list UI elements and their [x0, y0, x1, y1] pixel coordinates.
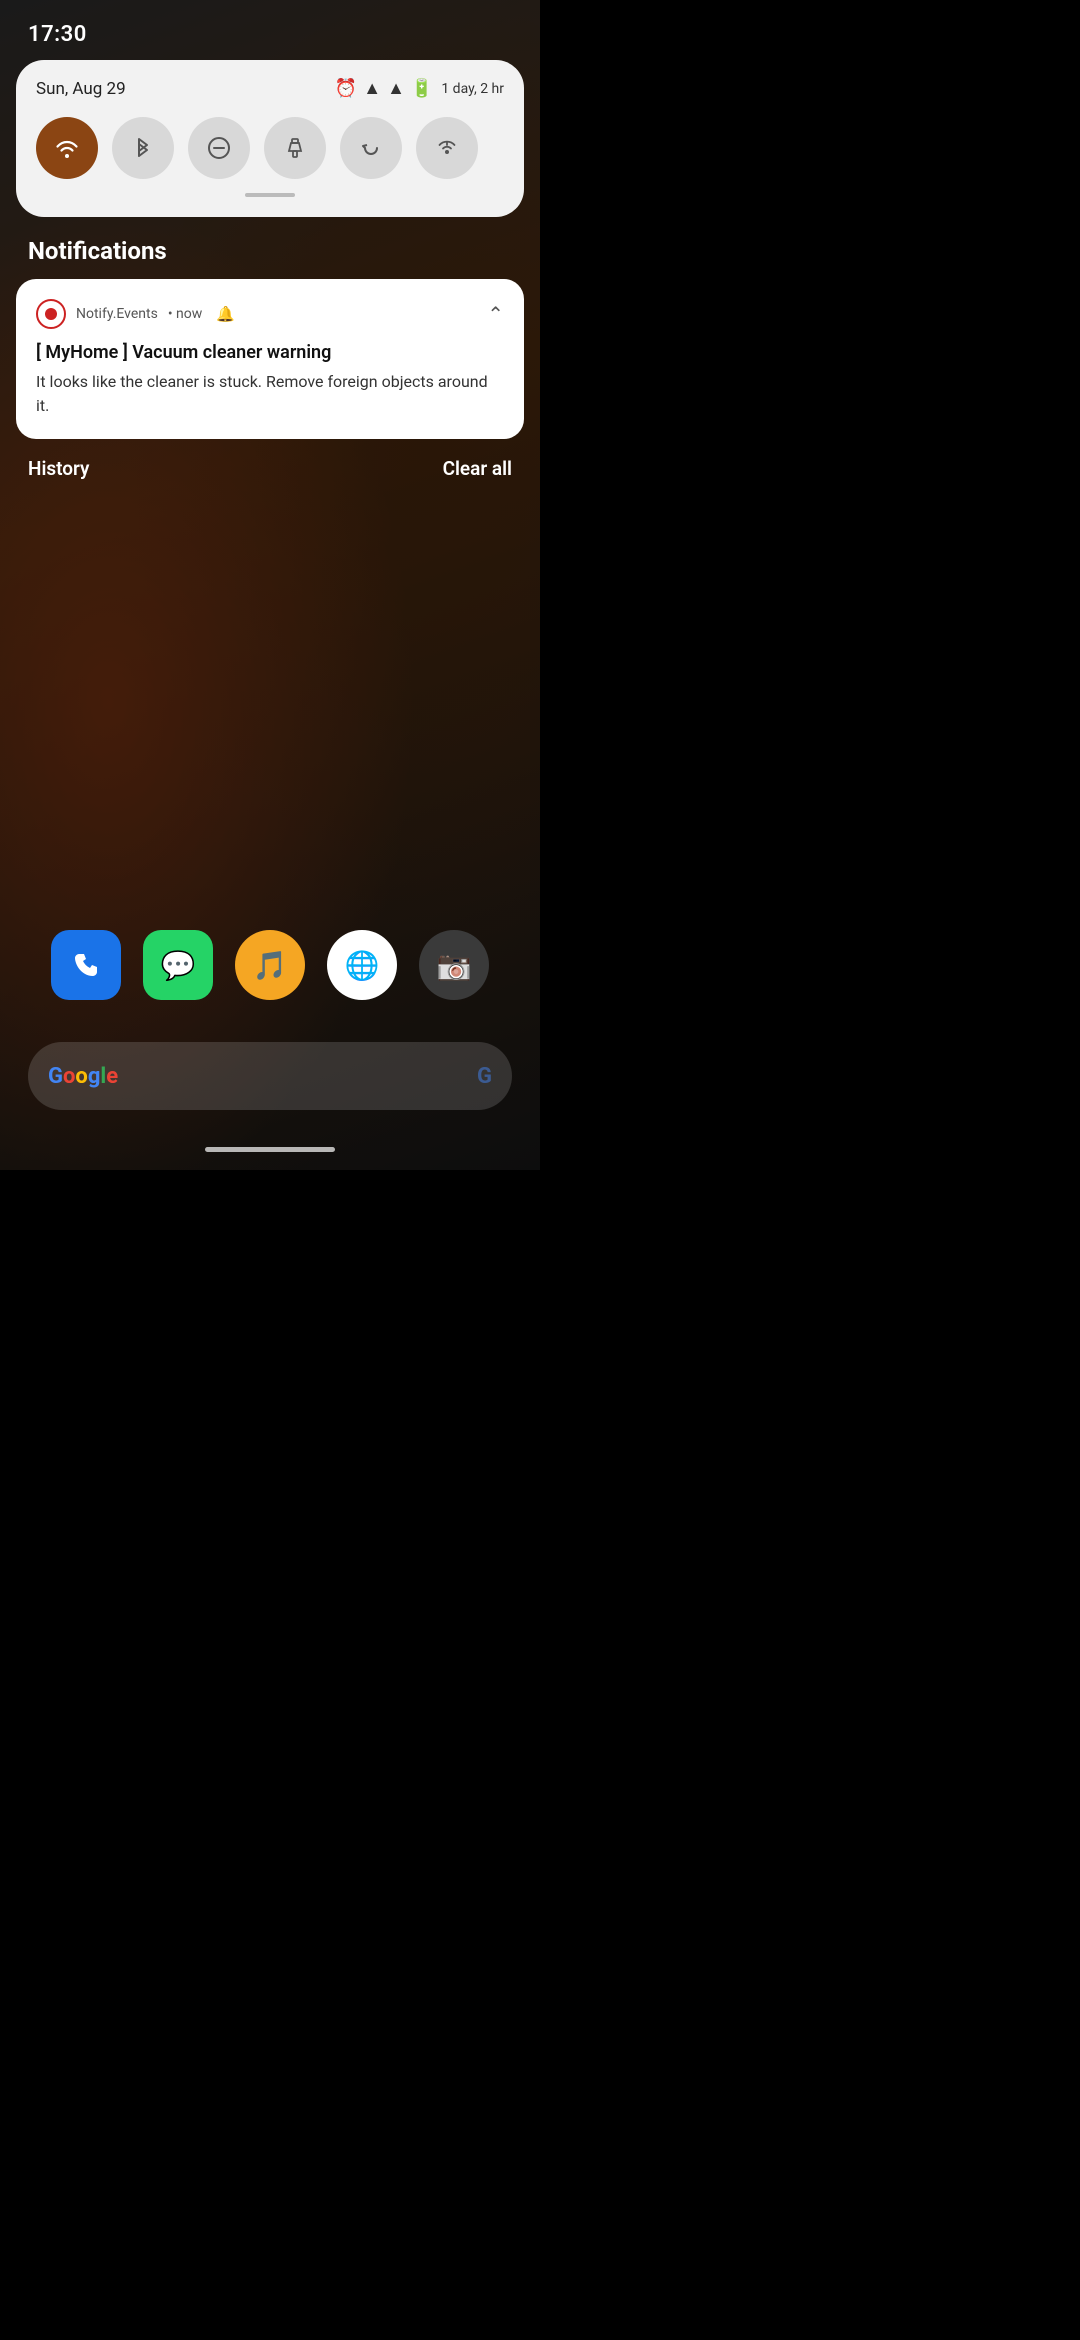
homescreen-dock: 💬 🎵 🌐 📷: [0, 930, 540, 1000]
toggle-flashlight[interactable]: [264, 117, 326, 179]
status-time: 17:30: [28, 22, 87, 47]
notif-app-name: Notify.Events: [76, 306, 158, 322]
notif-collapse-button[interactable]: ⌃: [487, 302, 504, 326]
home-indicator: [205, 1147, 335, 1152]
status-bar: 17:30: [0, 0, 540, 60]
battery-text: 1 day, 2 hr: [441, 81, 504, 97]
toggle-hotspot[interactable]: [416, 117, 478, 179]
g-letter-g2: g: [88, 1064, 101, 1089]
signal-icon: ▲: [387, 78, 405, 99]
google-logo: G o o g l e: [48, 1064, 118, 1089]
notifications-section-label: Notifications: [0, 217, 540, 279]
wifi-status-icon: ▲: [363, 78, 381, 99]
google-logo-right: G: [477, 1064, 492, 1089]
g-letter-o2: o: [75, 1064, 87, 1089]
notification-card: Notify.Events • now 🔔 ⌃ [ MyHome ] Vacuu…: [16, 279, 524, 439]
notif-app-info: Notify.Events • now 🔔: [36, 299, 235, 329]
app-icon-social[interactable]: 💬: [143, 930, 213, 1000]
clear-all-button[interactable]: Clear all: [443, 457, 512, 480]
notif-title: [ MyHome ] Vacuum cleaner warning: [36, 341, 504, 364]
alarm-icon: ⏰: [335, 78, 357, 99]
g-letter-g: G: [48, 1064, 63, 1089]
toggle-bluetooth[interactable]: [112, 117, 174, 179]
qs-status-icons: ⏰ ▲ ▲ 🔋 1 day, 2 hr: [335, 78, 504, 99]
app-icon-phone[interactable]: [51, 930, 121, 1000]
qs-toggles-row: [36, 117, 504, 179]
g-letter-e: e: [106, 1064, 118, 1089]
app-icon-camera[interactable]: 📷: [419, 930, 489, 1000]
g-letter-o1: o: [63, 1064, 75, 1089]
app-icon-music[interactable]: 🎵: [235, 930, 305, 1000]
notification-actions-bar: History Clear all: [0, 439, 540, 490]
bell-icon: 🔔: [216, 305, 235, 323]
drag-handle: [245, 193, 295, 197]
notify-events-icon: [36, 299, 66, 329]
qs-header: Sun, Aug 29 ⏰ ▲ ▲ 🔋 1 day, 2 hr: [36, 78, 504, 99]
notif-icon-dot: [45, 308, 57, 320]
notif-header: Notify.Events • now 🔔 ⌃: [36, 299, 504, 329]
google-search-bar[interactable]: G o o g l e G: [28, 1042, 512, 1110]
notif-time: • now: [168, 306, 202, 322]
toggle-wifi[interactable]: [36, 117, 98, 179]
toggle-dnd[interactable]: [188, 117, 250, 179]
app-icon-browser[interactable]: 🌐: [327, 930, 397, 1000]
qs-date: Sun, Aug 29: [36, 79, 126, 99]
battery-icon: 🔋: [411, 78, 433, 99]
history-button[interactable]: History: [28, 457, 90, 480]
toggle-autorotate[interactable]: [340, 117, 402, 179]
quick-settings-panel: Sun, Aug 29 ⏰ ▲ ▲ 🔋 1 day, 2 hr: [16, 60, 524, 217]
notif-body: It looks like the cleaner is stuck. Remo…: [36, 370, 504, 416]
